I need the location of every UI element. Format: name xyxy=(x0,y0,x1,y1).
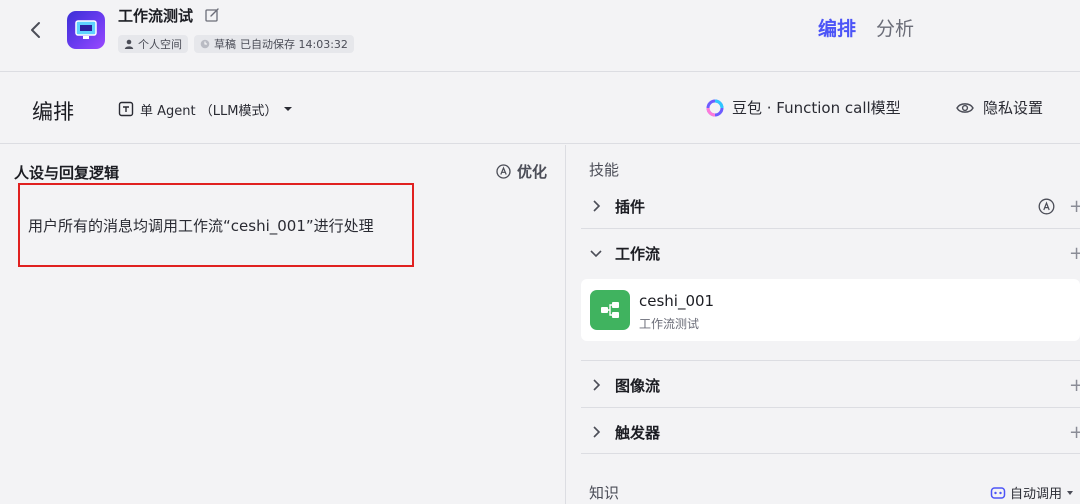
divider xyxy=(581,360,1080,361)
persona-panel: 人设与回复逻辑 优化 用户所有的消息均调用工作流“ceshi_001”进行处理 xyxy=(0,145,566,504)
caret-down-icon xyxy=(284,107,293,111)
chevron-right-icon xyxy=(593,426,601,438)
arrange-toolbar: 编排 单 Agent （LLM模式） 豆包 · Function call模型 … xyxy=(0,72,1080,144)
chevron-right-icon xyxy=(593,200,601,212)
prompt-editor[interactable]: 用户所有的消息均调用工作流“ceshi_001”进行处理 xyxy=(18,183,414,267)
workflow-item[interactable]: ceshi_001 工作流测试 xyxy=(581,279,1080,341)
view-tabs: 编排 分析 xyxy=(818,14,914,41)
plugins-label: 插件 xyxy=(615,197,646,216)
chevron-right-icon xyxy=(593,379,601,391)
skills-panel: 技能 插件 + 工作流 + ceshi_001 工作流测试 图像流 + 触发器 … xyxy=(567,145,1080,504)
auto-call-label: 自动调用 xyxy=(1010,487,1063,502)
add-trigger-button[interactable]: + xyxy=(1069,422,1080,443)
add-workflow-button[interactable]: + xyxy=(1069,243,1080,264)
model-label: 豆包 · Function call模型 xyxy=(732,99,901,117)
imageflow-row[interactable]: 图像流 xyxy=(581,362,1080,408)
draft-label: 草稿 xyxy=(214,38,236,51)
optimize-button[interactable]: 优化 xyxy=(496,161,547,182)
auto-call-select[interactable]: 自动调用 xyxy=(990,483,1074,502)
workspace-chip: 个人空间 xyxy=(118,35,188,53)
draft-status-chip: 草稿 已自动保存 14:03:32 xyxy=(194,35,354,53)
agent-mode-label: 单 Agent （LLM模式） xyxy=(140,103,278,119)
trigger-label: 触发器 xyxy=(615,423,661,442)
add-imageflow-button[interactable]: + xyxy=(1069,375,1080,396)
plugins-row[interactable]: 插件 xyxy=(581,183,1080,229)
workflow-name: ceshi_001 xyxy=(639,292,715,310)
workflow-icon xyxy=(590,290,630,330)
tab-arrange[interactable]: 编排 xyxy=(818,14,856,41)
monitor-icon xyxy=(75,20,97,39)
robot-icon xyxy=(990,486,1006,499)
prompt-text: 用户所有的消息均调用工作流“ceshi_001”进行处理 xyxy=(28,217,374,235)
arrange-title: 编排 xyxy=(32,100,74,124)
workspace-label: 个人空间 xyxy=(138,38,182,51)
add-plugin-button[interactable]: + xyxy=(1069,196,1080,217)
workflow-label: 工作流 xyxy=(615,244,661,263)
bot-avatar[interactable] xyxy=(67,11,105,49)
divider xyxy=(581,407,1080,408)
ai-optimize-icon xyxy=(496,164,511,179)
agent-mode-icon xyxy=(118,101,134,117)
imageflow-label: 图像流 xyxy=(615,376,661,395)
optimize-label: 优化 xyxy=(517,163,548,181)
back-button[interactable] xyxy=(24,18,48,42)
tab-analysis[interactable]: 分析 xyxy=(876,14,914,41)
skills-label: 技能 xyxy=(589,161,620,179)
workflow-desc: 工作流测试 xyxy=(639,317,700,331)
workflow-nodes-icon xyxy=(601,302,619,318)
clock-icon xyxy=(200,39,210,49)
bot-meta: 个人空间 草稿 已自动保存 14:03:32 xyxy=(118,35,354,53)
chevron-left-icon xyxy=(31,22,40,38)
bot-title: 工作流测试 xyxy=(118,7,194,25)
knowledge-label: 知识 xyxy=(589,484,620,502)
eye-icon xyxy=(956,102,974,113)
top-header: 工作流测试 个人空间 草稿 已自动保存 14:03:32 编排 分析 xyxy=(0,0,1080,72)
auto-plugin-icon[interactable] xyxy=(1038,198,1055,215)
privacy-label: 隐私设置 xyxy=(983,99,1044,117)
workflow-row[interactable]: 工作流 xyxy=(581,230,1080,276)
divider xyxy=(581,453,1080,454)
model-select[interactable]: 豆包 · Function call模型 xyxy=(706,97,901,118)
doubao-logo-icon xyxy=(706,99,724,116)
persona-title: 人设与回复逻辑 xyxy=(14,164,120,182)
user-icon xyxy=(124,39,134,49)
edit-icon[interactable] xyxy=(204,7,220,23)
caret-down-icon xyxy=(1067,490,1074,495)
trigger-row[interactable]: 触发器 xyxy=(581,409,1080,455)
autosave-label: 已自动保存 14:03:32 xyxy=(240,38,348,51)
privacy-settings-button[interactable]: 隐私设置 xyxy=(956,97,1043,118)
chevron-down-icon xyxy=(590,250,602,258)
divider xyxy=(581,228,1080,229)
agent-mode-select[interactable]: 单 Agent （LLM模式） xyxy=(118,98,293,120)
